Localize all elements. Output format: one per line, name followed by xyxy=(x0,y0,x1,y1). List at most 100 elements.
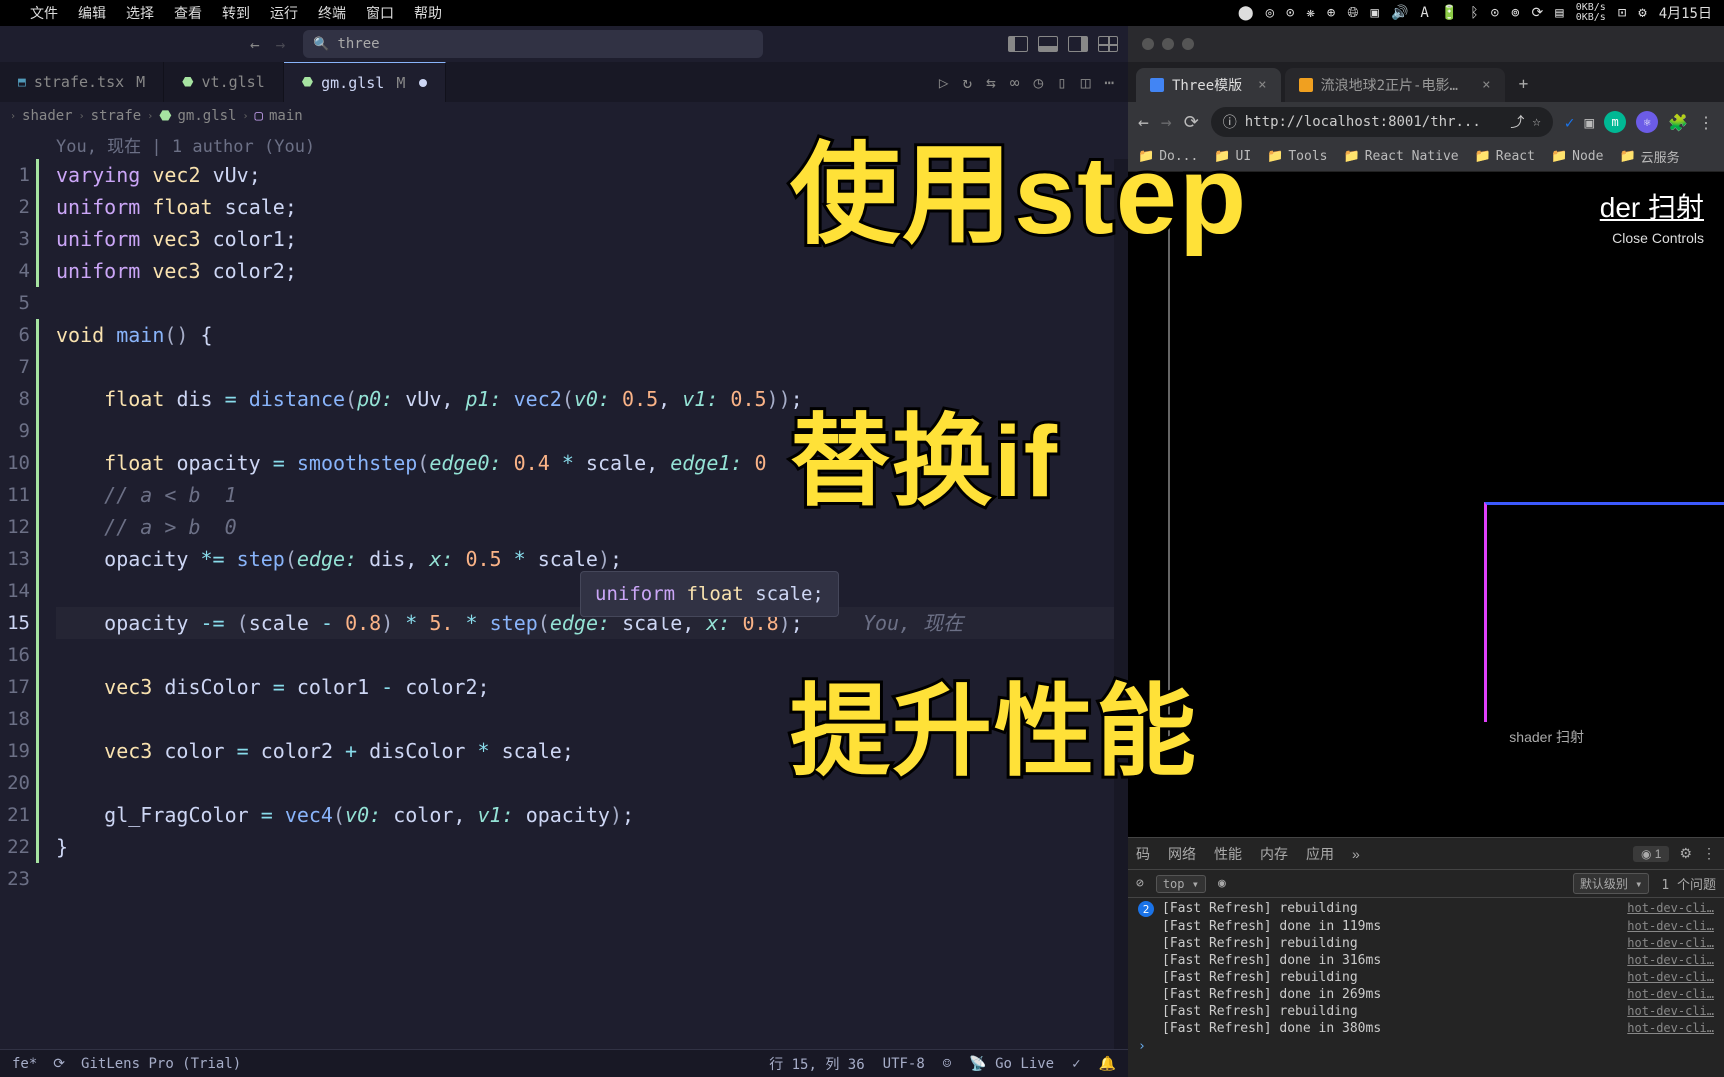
menu-file[interactable]: 文件 xyxy=(30,3,58,23)
extension-react-icon[interactable]: ⚛ xyxy=(1636,111,1658,133)
split-down-icon[interactable]: ▯ xyxy=(1057,73,1067,92)
layout-right-icon[interactable] xyxy=(1068,36,1088,52)
camera-icon[interactable]: ▣ xyxy=(1371,5,1379,21)
status-icon-2[interactable]: ⊙ xyxy=(1286,5,1294,21)
minimap[interactable] xyxy=(1114,159,1128,1049)
globe-icon[interactable]: 🌐︎ xyxy=(1347,5,1358,21)
webgl-canvas[interactable]: shader 扫射 xyxy=(1128,172,1724,837)
console-line[interactable]: [Fast Refresh] done in 269mshot-dev-cli… xyxy=(1128,986,1724,1003)
browser-tab-three[interactable]: Three模版 × xyxy=(1136,68,1281,102)
search-icon[interactable]: ⊡ xyxy=(1618,5,1626,21)
timeline-icon[interactable]: ◷ xyxy=(1033,73,1043,92)
editor[interactable]: 1234567891011121314151617181920212223 va… xyxy=(0,159,1128,1049)
battery-icon[interactable]: 🔋 xyxy=(1441,5,1458,21)
control-center-icon[interactable]: ⚙ xyxy=(1638,5,1646,21)
issues-badge[interactable]: ◉ 1 xyxy=(1633,846,1670,862)
command-palette[interactable]: 🔍 three xyxy=(303,30,763,58)
menu-edit[interactable]: 编辑 xyxy=(78,3,106,23)
console-line[interactable]: [Fast Refresh] done in 380mshot-dev-cli… xyxy=(1128,1020,1724,1037)
devtools-tab[interactable]: 应用 xyxy=(1306,844,1334,864)
menu-selection[interactable]: 选择 xyxy=(126,3,154,23)
issues-count[interactable]: 1 个问题 xyxy=(1661,874,1716,893)
status-bell-icon[interactable]: 🔔 xyxy=(1099,1056,1116,1072)
breadcrumb-symbol[interactable]: main xyxy=(269,108,303,124)
console-line[interactable]: [Fast Refresh] rebuildinghot-dev-cli… xyxy=(1128,1003,1724,1020)
minimize-window-icon[interactable] xyxy=(1162,38,1174,50)
breadcrumb-folder[interactable]: strafe xyxy=(91,108,142,124)
code-area[interactable]: varying vec2 vUv;uniform float scale;uni… xyxy=(40,159,1128,1049)
breadcrumb-file[interactable]: gm.glsl xyxy=(177,108,236,124)
status-golive[interactable]: 📡 Go Live xyxy=(969,1056,1054,1072)
extension-badge-icon[interactable]: m xyxy=(1604,111,1626,133)
code-line[interactable]: void main() { xyxy=(56,319,1128,351)
close-window-icon[interactable] xyxy=(1142,38,1154,50)
console-line[interactable]: [Fast Refresh] rebuildinghot-dev-cli… xyxy=(1128,935,1724,952)
airdrop-icon[interactable]: ⊚ xyxy=(1511,5,1519,21)
breadcrumb-folder[interactable]: shader xyxy=(22,108,73,124)
layout-bottom-icon[interactable] xyxy=(1038,36,1058,52)
level-dropdown[interactable]: 默认级别 ▾ xyxy=(1573,873,1649,894)
puzzle-icon[interactable]: 🧩 xyxy=(1668,113,1688,132)
console-line[interactable]: [Fast Refresh] done in 119mshot-dev-cli… xyxy=(1128,918,1724,935)
code-line[interactable] xyxy=(56,351,1128,383)
menu-terminal[interactable]: 终端 xyxy=(318,3,346,23)
extension-icon[interactable]: ▣ xyxy=(1584,113,1594,132)
context-dropdown[interactable]: top ▾ xyxy=(1156,875,1206,893)
star-icon[interactable]: ☆ xyxy=(1532,114,1540,130)
date[interactable]: 4月15日 xyxy=(1659,3,1712,23)
bluetooth-icon[interactable]: ᛒ xyxy=(1470,5,1478,21)
menu-window[interactable]: 窗口 xyxy=(366,3,394,23)
status-icon-3[interactable]: ❋ xyxy=(1306,5,1314,21)
input-icon[interactable]: A xyxy=(1420,5,1428,21)
sync-icon[interactable]: ⟳ xyxy=(53,1056,65,1072)
console-output[interactable]: 2[Fast Refresh] rebuildinghot-dev-cli…[F… xyxy=(1128,898,1724,1077)
close-tab-icon[interactable]: × xyxy=(1482,77,1490,93)
settings-icon[interactable]: ⚙ xyxy=(1679,845,1692,862)
check-icon[interactable]: ✓ xyxy=(1565,113,1575,132)
status-branch[interactable]: fe* xyxy=(12,1056,37,1072)
new-tab-icon[interactable]: + xyxy=(1509,68,1539,102)
status-icon[interactable]: ◎ xyxy=(1266,5,1274,21)
tab-gm-glsl[interactable]: ⬣ gm.glsl M xyxy=(284,62,447,102)
console-line[interactable]: [Fast Refresh] done in 316mshot-dev-cli… xyxy=(1128,952,1724,969)
filter-icon[interactable]: ◉ xyxy=(1218,876,1226,891)
menu-run[interactable]: 运行 xyxy=(270,3,298,23)
overflow-icon[interactable]: » xyxy=(1352,846,1360,862)
devtools-tab[interactable]: 内存 xyxy=(1260,844,1288,864)
code-line[interactable] xyxy=(56,863,1128,895)
bookmark-folder[interactable]: 📁云服务 xyxy=(1619,147,1679,166)
status-icon-4[interactable]: ⊕ xyxy=(1327,5,1335,21)
code-line[interactable]: } xyxy=(56,831,1128,863)
more-icon[interactable]: ⋮ xyxy=(1702,845,1716,862)
cat-icon[interactable]: ▤ xyxy=(1555,5,1563,21)
menu-view[interactable]: 查看 xyxy=(174,3,202,23)
bookmark-folder[interactable]: 📁Tools xyxy=(1267,149,1327,164)
bookmark-folder[interactable]: 📁Node xyxy=(1551,149,1604,164)
nav-forward-icon[interactable]: → xyxy=(276,35,286,54)
code-line[interactable] xyxy=(56,287,1128,319)
layout-left-icon[interactable] xyxy=(1008,36,1028,52)
compare-icon[interactable]: ⇆ xyxy=(986,73,996,92)
menu-go[interactable]: 转到 xyxy=(222,3,250,23)
status-gitlens[interactable]: GitLens Pro (Trial) xyxy=(81,1056,241,1072)
url-field[interactable]: ⓘ http://localhost:8001/thr... ⤴ ☆ xyxy=(1211,107,1553,137)
share-icon[interactable]: ⤴ xyxy=(1510,112,1524,132)
browser-tab-movie[interactable]: 流浪地球2正片-电影-高清正版 × xyxy=(1285,68,1505,102)
wifi-icon[interactable]: ⊙ xyxy=(1491,5,1499,21)
devtools-tab[interactable]: 性能 xyxy=(1214,844,1242,864)
sound-icon[interactable]: 🔊 xyxy=(1391,5,1408,21)
bookmark-folder[interactable]: 📁React xyxy=(1475,149,1535,164)
more-icon[interactable]: ⋯ xyxy=(1104,73,1114,92)
status-prettier-icon[interactable]: ✓ xyxy=(1072,1056,1080,1072)
nav-back-icon[interactable]: ← xyxy=(250,35,260,54)
record-icon[interactable]: ⬤ xyxy=(1238,5,1254,21)
clear-console-icon[interactable]: ⊘ xyxy=(1136,876,1144,891)
sync-icon[interactable]: ⟳ xyxy=(1532,5,1544,21)
fullscreen-window-icon[interactable] xyxy=(1182,38,1194,50)
bookmark-folder[interactable]: 📁React Native xyxy=(1344,149,1459,164)
devtools-tab[interactable]: 码 xyxy=(1136,844,1150,864)
tab-strafe-tsx[interactable]: ⬒ strafe.tsx M xyxy=(0,62,164,102)
tab-vt-glsl[interactable]: ⬣ vt.glsl xyxy=(164,62,284,102)
link-icon[interactable]: ∞ xyxy=(1010,73,1020,92)
run-icon[interactable]: ▷ xyxy=(939,73,949,92)
